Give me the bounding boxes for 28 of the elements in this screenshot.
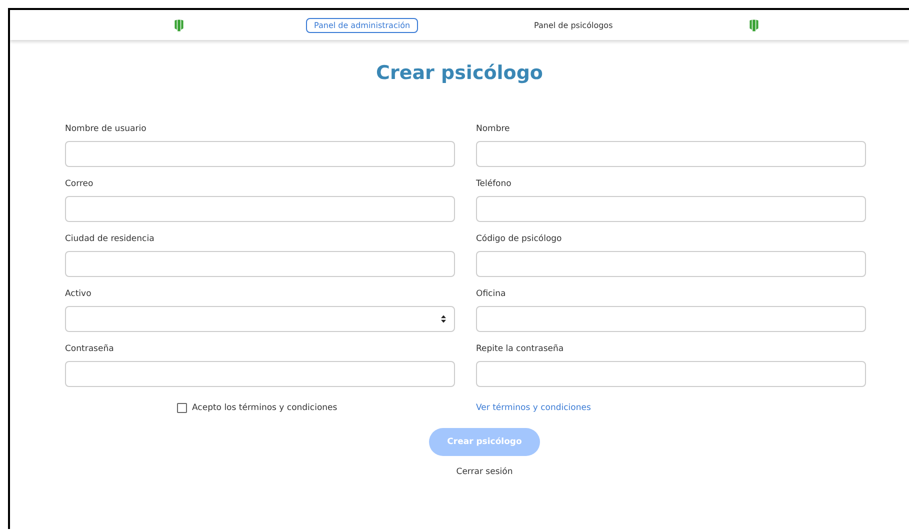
checkbox[interactable]	[177, 403, 187, 413]
sort-arrows-icon	[441, 315, 446, 323]
field-label: Ciudad de residencia	[65, 234, 156, 244]
field-label: Nombre de usuario	[65, 124, 148, 134]
field-label: Nombre	[476, 124, 511, 134]
input-field[interactable]	[65, 141, 455, 167]
input-field[interactable]	[65, 361, 455, 387]
terms-link[interactable]: Ver términos y condiciones	[476, 403, 591, 413]
select-field[interactable]	[65, 306, 455, 332]
input-field[interactable]	[476, 141, 866, 167]
field-label: Teléfono	[476, 179, 512, 189]
input-field[interactable]	[476, 251, 866, 277]
field-label: Correo	[65, 179, 94, 189]
field-label: Contraseña	[65, 344, 115, 354]
field-label: Repite la contraseña	[476, 344, 565, 354]
nav-link[interactable]: Panel de psicólogos	[526, 18, 621, 32]
field-label: Oficina	[476, 289, 507, 299]
checkbox-label: Acepto los términos y condiciones	[192, 403, 338, 413]
input-field[interactable]	[65, 251, 455, 277]
input-field[interactable]	[65, 196, 455, 222]
input-field[interactable]	[476, 361, 866, 387]
input-field[interactable]	[476, 196, 866, 222]
field-label: Código de psicólogo	[476, 234, 563, 244]
input-field[interactable]	[476, 306, 866, 332]
nav-link[interactable]: Panel de administración	[306, 18, 418, 32]
logout-link[interactable]: Cerrar sesión	[456, 467, 513, 477]
field-label: Activo	[65, 289, 92, 299]
page-title: Crear psicólogo	[375, 62, 544, 84]
